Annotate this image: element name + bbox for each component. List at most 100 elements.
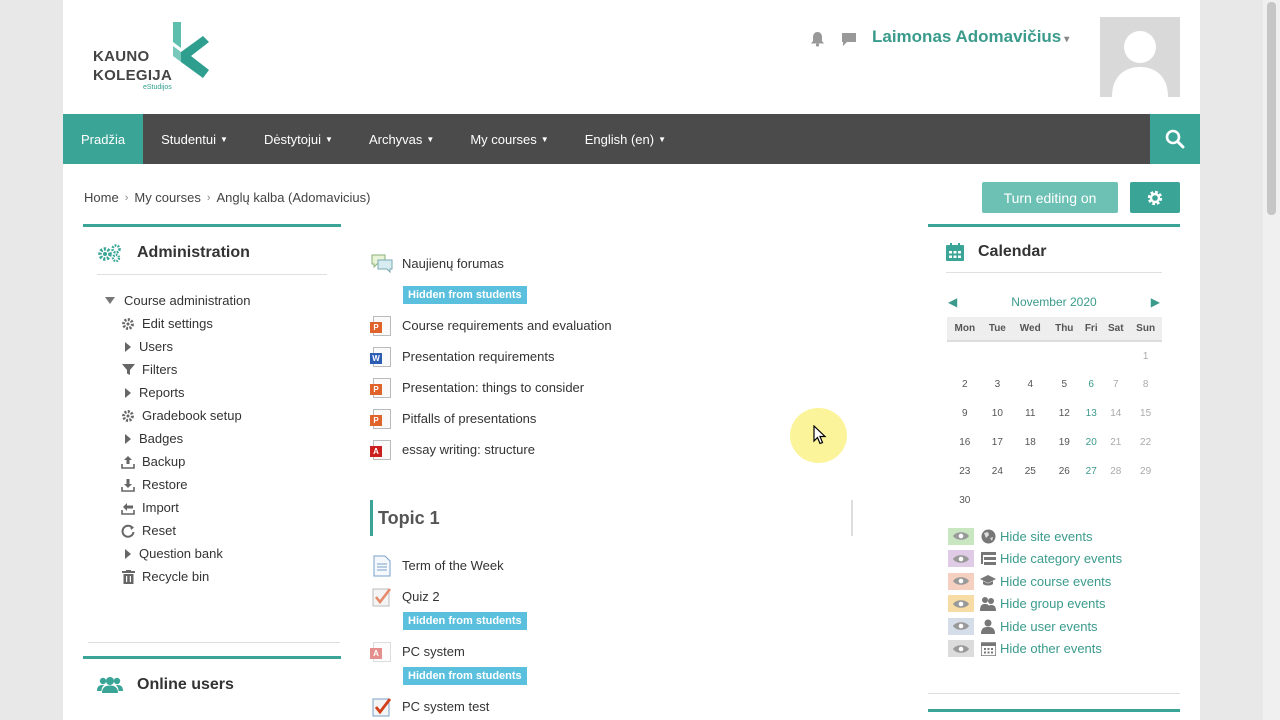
caret-right-icon [125,548,131,559]
scrollbar-thumb[interactable] [1267,2,1276,215]
next-month-arrow-icon[interactable]: ▶ [1151,295,1160,309]
activity-term-of-the-week[interactable]: Term of the Week [370,550,920,581]
hide-category-events-link[interactable]: Hide category events [948,548,1122,571]
calendar-day [1080,486,1102,515]
calendar-day[interactable]: 12 [1048,399,1080,428]
admin-item-reports[interactable]: Reports [105,381,341,404]
calendar-day[interactable]: 1 [1129,341,1162,370]
calendar-day[interactable]: 3 [983,370,1013,399]
hidden-badge: Hidden from students [403,286,527,304]
calendar-month[interactable]: November 2020 [1011,295,1096,309]
calendar-day[interactable]: 20 [1080,428,1102,457]
avatar[interactable] [1100,17,1180,97]
powerpoint-file-icon: P [370,315,394,337]
user-menu[interactable]: Laimonas Adomavičius ▾ [872,27,1069,47]
nav-item-archyvas[interactable]: Archyvas ▼ [351,114,452,164]
calendar-day[interactable]: 26 [1048,457,1080,486]
bell-icon[interactable] [808,30,826,48]
activity-pc-system-test[interactable]: PC system test [370,691,920,720]
day-header: Wed [1012,317,1049,342]
forum-icon [370,252,394,274]
calendar-day[interactable]: 13 [1080,399,1102,428]
breadcrumb-home[interactable]: Home [84,190,119,205]
calendar-day[interactable]: 25 [1012,457,1048,486]
course-administration-node[interactable]: Course administration [105,289,341,312]
calendar-day[interactable]: 14 [1102,399,1129,428]
file-course-requirements[interactable]: P Course requirements and evaluation [370,310,920,341]
admin-item-reset[interactable]: Reset [105,519,341,542]
calendar-day[interactable]: 28 [1102,457,1129,486]
calendar-day[interactable]: 23 [947,457,983,486]
day-header: Mon [947,317,983,342]
admin-item-backup[interactable]: Backup [105,450,341,473]
calendar-day[interactable]: 29 [1129,457,1162,486]
calendar-day[interactable]: 9 [947,399,983,428]
calendar-week-row: 30 [947,486,1162,515]
gears-icon [97,243,123,263]
calendar-day[interactable]: 8 [1129,370,1162,399]
calendar-day[interactable]: 27 [1080,457,1102,486]
admin-item-recycle-bin[interactable]: Recycle bin [105,565,341,588]
site-logo[interactable]: KAUNO KOLEGIJA eStudijos [93,22,213,94]
triangle-down-icon [105,297,115,304]
nav-item-destytojui[interactable]: Dėstytojui ▼ [246,114,351,164]
hide-user-events-link[interactable]: Hide user events [948,615,1122,638]
calendar-day[interactable]: 21 [1102,428,1129,457]
course-settings-button[interactable] [1130,182,1180,213]
calendar-day[interactable]: 6 [1080,370,1102,399]
file-presentation-things[interactable]: P Presentation: things to consider [370,372,920,403]
calendar-day[interactable]: 11 [1012,399,1048,428]
calendar-day[interactable]: 17 [983,428,1013,457]
hidden-badge: Hidden from students [403,667,527,685]
admin-item-edit-settings[interactable]: Edit settings [105,312,341,335]
calendar-day[interactable]: 16 [947,428,983,457]
caret-right-icon [125,387,131,398]
admin-item-import[interactable]: Import [105,496,341,519]
calendar-day[interactable]: 10 [983,399,1013,428]
breadcrumb-my-courses[interactable]: My courses [134,190,200,205]
nav-item-my-courses[interactable]: My courses ▼ [452,114,566,164]
prev-month-arrow-icon[interactable]: ◀ [948,295,957,309]
activity-quiz-2[interactable]: Quiz 2 [370,581,920,612]
calendar-filters: Hide site events Hide category events Hi… [948,525,1122,660]
activity-pc-system[interactable]: A PC system [370,636,920,667]
file-presentation-requirements[interactable]: W Presentation requirements [370,341,920,372]
admin-item-filters[interactable]: Filters [105,358,341,381]
calendar-day[interactable]: 30 [947,486,983,515]
hide-group-events-link[interactable]: Hide group events [948,593,1122,616]
calendar-day[interactable]: 5 [1048,370,1080,399]
page-scrollbar[interactable] [1263,0,1280,720]
hide-course-events-link[interactable]: Hide course events [948,570,1122,593]
calendar-day[interactable]: 2 [947,370,983,399]
calendar-day [1129,486,1162,515]
calendar-day[interactable]: 22 [1129,428,1162,457]
calendar-day [1012,341,1048,370]
admin-item-users[interactable]: Users [105,335,341,358]
nav-item-pradzia[interactable]: Pradžia [63,114,144,164]
page-icon [370,555,394,577]
turn-editing-on-button[interactable]: Turn editing on [982,182,1118,213]
admin-item-restore[interactable]: Restore [105,473,341,496]
quiz-icon [370,696,394,718]
nav-item-language[interactable]: English (en) ▼ [567,114,684,164]
calendar-day[interactable]: 15 [1129,399,1162,428]
admin-item-gradebook-setup[interactable]: Gradebook setup [105,404,341,427]
calendar-day[interactable]: 18 [1012,428,1048,457]
hide-other-events-link[interactable]: Hide other events [948,638,1122,661]
search-button[interactable] [1150,114,1200,164]
calendar-day[interactable]: 7 [1102,370,1129,399]
activity-news-forum[interactable]: Naujienų forumas [370,240,920,286]
calendar-day[interactable]: 4 [1012,370,1048,399]
admin-item-badges[interactable]: Badges [105,427,341,450]
admin-item-question-bank[interactable]: Question bank [105,542,341,565]
nav-item-studentui[interactable]: Studentui ▼ [143,114,246,164]
message-icon[interactable] [840,30,858,48]
topic-1-content: Term of the Week Quiz 2 Hidden from stud… [370,550,920,720]
hide-site-events-link[interactable]: Hide site events [948,525,1122,548]
calendar-day[interactable]: 19 [1048,428,1080,457]
calendar-day[interactable]: 24 [983,457,1013,486]
topic-1-heading: Topic 1 [370,500,850,536]
day-header: Thu [1048,317,1081,342]
breadcrumb-course[interactable]: Anglų kalba (Adomavicius) [217,190,371,205]
search-icon [1165,129,1185,149]
